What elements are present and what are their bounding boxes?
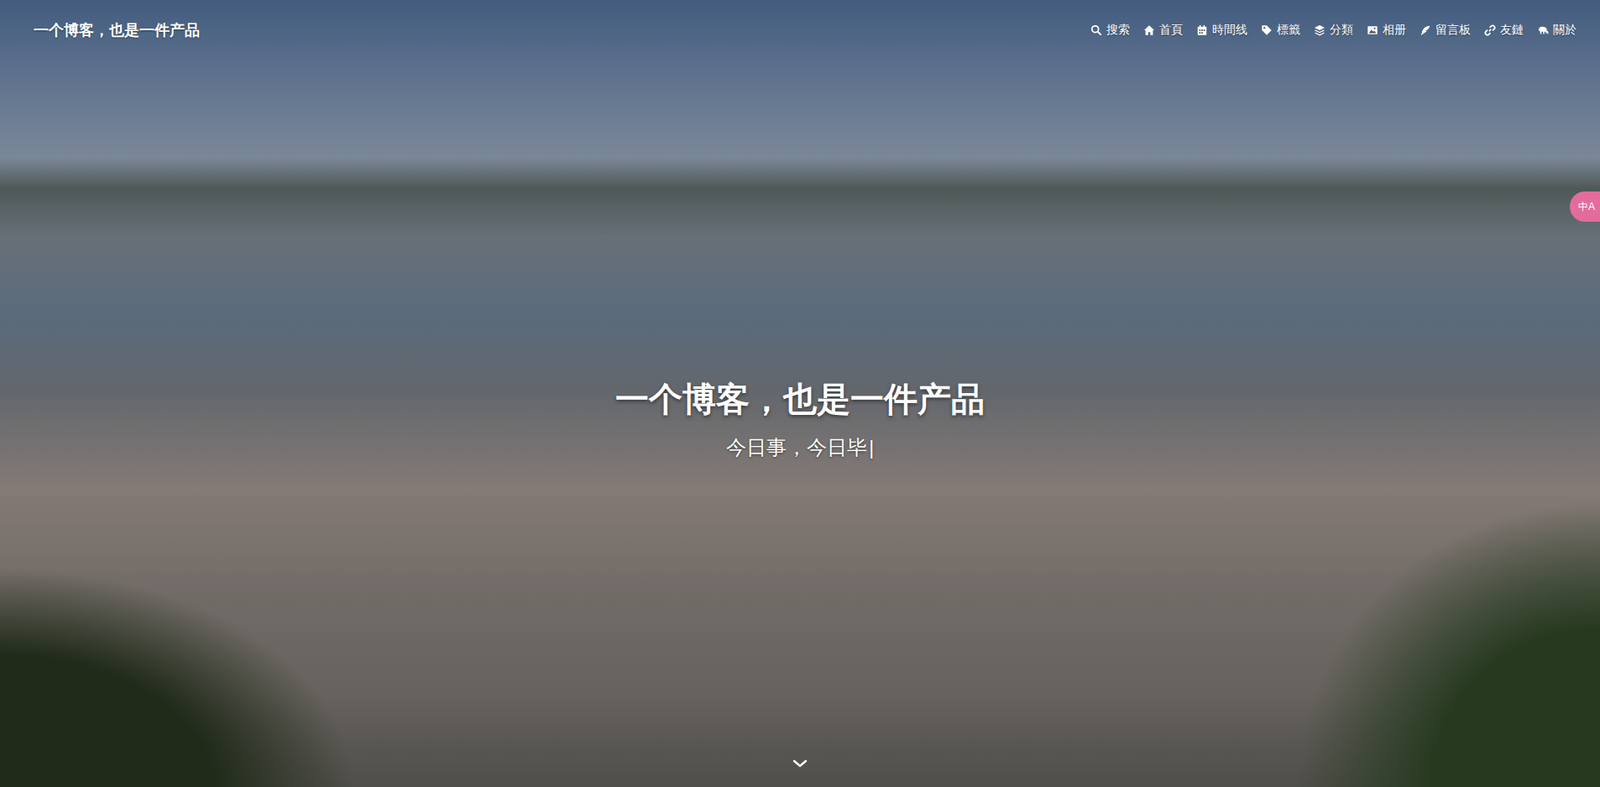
feather-icon [1419,24,1432,37]
hero-title: 一个博客，也是一件产品 [615,376,985,423]
main-nav: 搜索 首頁 時間线 標籤 分類 相册 留言板 友鏈 關於 [1090,22,1577,38]
hero-subtitle: 今日事，今日毕| [726,433,874,461]
hero-content: 一个博客，也是一件产品 今日事，今日毕| [0,40,1600,759]
home-icon [1143,24,1156,37]
nav-item[interactable]: 首頁 [1143,22,1183,38]
link-icon [1484,24,1496,37]
nav-item[interactable]: 友鏈 [1484,22,1524,38]
scroll-area [0,758,1600,787]
image-icon [1366,24,1379,37]
tag-icon [1260,24,1273,37]
nav-item[interactable]: 分類 [1313,22,1354,38]
subtitle-text: 今日事，今日毕 [726,435,868,459]
site-title[interactable]: 一个博客，也是一件产品 [33,20,200,41]
translate-button[interactable]: 中A [1569,191,1600,222]
top-bar: 一个博客，也是一件产品 搜索 首頁 時間线 標籤 分類 相册 留言板 友鏈 關於 [0,0,1600,41]
nav-item[interactable]: 相册 [1366,22,1407,38]
search-icon [1090,24,1103,37]
nav-item[interactable]: 留言板 [1419,22,1471,38]
nav-item[interactable]: 標籤 [1260,22,1301,38]
nav-item[interactable]: 時間线 [1196,22,1248,38]
elephant-icon [1537,24,1549,37]
hero-banner: 一个博客，也是一件产品 搜索 首頁 時間线 標籤 分類 相册 留言板 友鏈 關於… [0,0,1600,787]
typing-cursor: | [868,435,874,459]
nav-item[interactable]: 關於 [1537,22,1577,38]
nav-item[interactable]: 搜索 [1090,22,1130,38]
chevron-down-icon[interactable] [791,758,809,769]
layers-icon [1313,24,1326,37]
calendar-icon [1196,24,1208,37]
